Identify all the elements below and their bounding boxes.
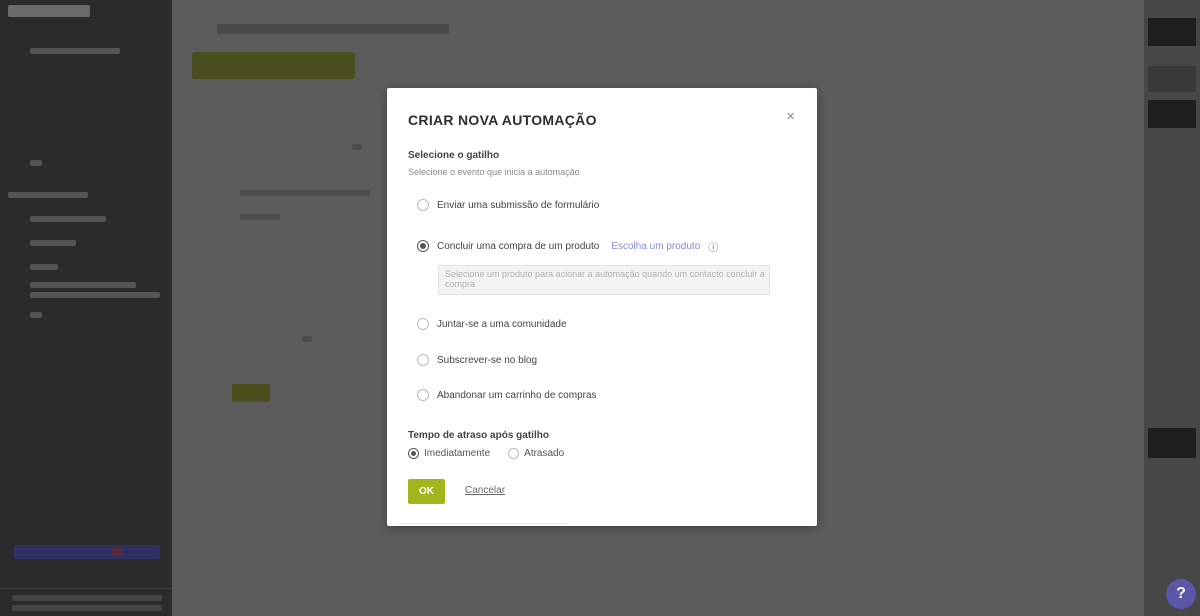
trigger-option-label: Abandonar um carrinho de compras [437, 389, 597, 401]
trigger-option-label: Subscrever-se no blog [437, 354, 538, 366]
info-icon[interactable]: ⓘ [708, 239, 718, 254]
close-icon[interactable]: × [786, 108, 795, 125]
trigger-section-label: Selecione o gatilho [408, 150, 500, 161]
main-text [240, 190, 370, 196]
sidebar-item[interactable] [30, 160, 42, 166]
sidebar-item[interactable] [30, 312, 42, 318]
radio-button[interactable] [417, 199, 429, 211]
trigger-option-label: Concluir uma compra de um produto [437, 240, 600, 252]
trigger-option-abandon-cart[interactable]: Abandonar um carrinho de compras [417, 387, 597, 403]
sidebar-footer-item[interactable] [12, 595, 162, 601]
rail-block[interactable] [1148, 18, 1196, 46]
main-text [240, 214, 280, 220]
choose-product-link[interactable]: Escolha um produto [611, 241, 700, 252]
rail-block[interactable] [1148, 428, 1196, 458]
modal-title: CRIAR NOVA AUTOMAÇÃO [408, 112, 597, 128]
sidebar-section[interactable] [8, 192, 88, 198]
sidebar-item[interactable] [30, 48, 120, 54]
help-button[interactable]: ? [1166, 579, 1196, 609]
rail-block[interactable] [1148, 66, 1196, 92]
product-select-box[interactable]: Selecione um produto para acionar a auto… [438, 265, 770, 295]
main-text [302, 336, 312, 342]
delay-section-label: Tempo de atraso após gatilho [408, 430, 549, 441]
modal-divider [397, 523, 567, 524]
sidebar-item[interactable] [30, 240, 76, 246]
create-automation-modal: CRIAR NOVA AUTOMAÇÃO × Selecione o gatil… [387, 88, 817, 526]
delay-options: Imediatamente Atrasado [408, 448, 582, 459]
sidebar-logo [8, 5, 90, 17]
cancel-button[interactable]: Cancelar [465, 485, 505, 496]
radio-button[interactable] [417, 240, 429, 252]
trigger-option-blog-subscription[interactable]: Subscrever-se no blog [417, 352, 537, 368]
trigger-option-form-submission[interactable]: Enviar uma submissão de formulário [417, 197, 599, 213]
rail-block[interactable] [1148, 100, 1196, 128]
radio-button[interactable] [417, 318, 429, 330]
delay-option-delayed[interactable]: Atrasado [508, 448, 564, 459]
promo-dot [112, 548, 122, 556]
sidebar [0, 0, 172, 616]
sidebar-item[interactable] [30, 264, 58, 270]
secondary-button[interactable] [232, 384, 270, 402]
sidebar-promo-banner[interactable] [14, 545, 160, 559]
trigger-option-join-community[interactable]: Juntar-se a uma comunidade [417, 316, 567, 332]
radio-button[interactable] [417, 354, 429, 366]
sidebar-item[interactable] [30, 292, 160, 298]
main-text [352, 144, 362, 150]
sidebar-item[interactable] [30, 216, 106, 222]
sidebar-footer [0, 588, 172, 616]
trigger-section-hint: Selecione o evento que inicia a automaçã… [408, 167, 580, 177]
sidebar-footer-item[interactable] [12, 605, 162, 611]
primary-action-button[interactable] [192, 52, 355, 79]
ok-button[interactable]: OK [408, 479, 445, 504]
radio-button[interactable] [408, 448, 419, 459]
delay-option-label: Atrasado [524, 448, 565, 459]
right-rail [1144, 0, 1200, 616]
trigger-option-product-purchase[interactable]: Concluir uma compra de um produto Escolh… [417, 238, 718, 254]
sidebar-item[interactable] [30, 282, 136, 288]
delay-option-label: Imediatamente [424, 448, 491, 459]
product-select-placeholder: Selecione um produto para acionar a auto… [445, 269, 765, 289]
radio-button[interactable] [417, 389, 429, 401]
radio-button[interactable] [508, 448, 520, 459]
trigger-option-label: Juntar-se a uma comunidade [437, 318, 567, 330]
delay-option-immediate[interactable]: Imediatamente [408, 448, 490, 459]
trigger-option-label: Enviar uma submissão de formulário [437, 199, 600, 211]
page-title [217, 24, 449, 34]
